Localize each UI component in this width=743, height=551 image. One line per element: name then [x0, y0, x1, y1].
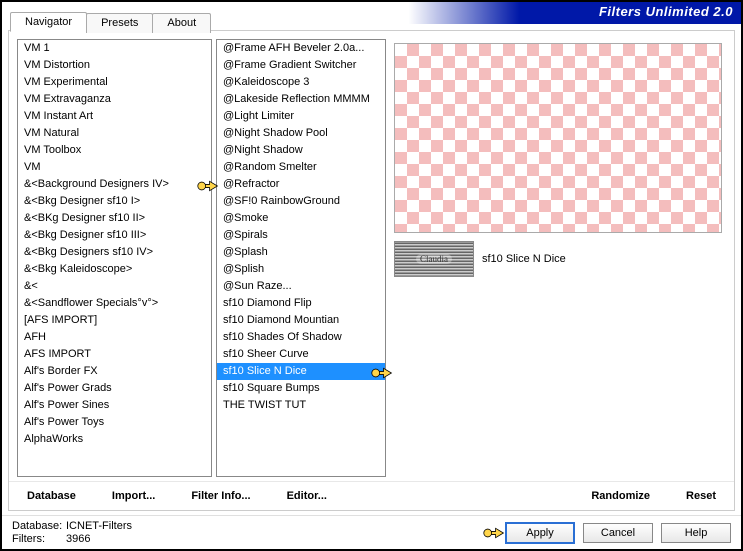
list-item[interactable]: sf10 Square Bumps — [217, 380, 385, 397]
list-item[interactable]: VM Natural — [18, 125, 211, 142]
list-item[interactable]: &<Sandflower Specials°v°> — [18, 295, 211, 312]
list-item[interactable]: @Night Shadow — [217, 142, 385, 159]
category-list[interactable]: VM 1VM DistortionVM ExperimentalVM Extra… — [17, 39, 212, 477]
list-item[interactable]: @Frame AFH Beveler 2.0a... — [217, 40, 385, 57]
list-item[interactable]: VM Toolbox — [18, 142, 211, 159]
db-value: ICNET-Filters — [66, 520, 132, 532]
list-item[interactable]: VM Experimental — [18, 74, 211, 91]
tab-about[interactable]: About — [152, 13, 211, 33]
list-item[interactable]: @Splash — [217, 244, 385, 261]
filters-label: Filters: — [12, 533, 66, 546]
list-item[interactable]: &<Bkg Designer sf10 I> — [18, 193, 211, 210]
filter-thumbnail — [394, 241, 474, 277]
list-item[interactable]: VM — [18, 159, 211, 176]
list-item[interactable]: [AFS IMPORT] — [18, 312, 211, 329]
list-item[interactable]: AlphaWorks — [18, 431, 211, 448]
list-item[interactable]: AFS IMPORT — [18, 346, 211, 363]
tab-bar: Navigator Presets About — [10, 12, 210, 32]
list-item[interactable]: @Light Limiter — [217, 108, 385, 125]
list-item[interactable]: @Splish — [217, 261, 385, 278]
list-item[interactable]: sf10 Diamond Mountian — [217, 312, 385, 329]
footer: Database:ICNET-Filters Filters:3966 Appl… — [2, 515, 741, 549]
list-item[interactable]: @Sun Raze... — [217, 278, 385, 295]
apply-button[interactable]: Apply — [505, 522, 575, 544]
list-item[interactable]: &< — [18, 278, 211, 295]
list-item[interactable]: Alf's Border FX — [18, 363, 211, 380]
list-item[interactable]: @Kaleidoscope 3 — [217, 74, 385, 91]
tab-navigator[interactable]: Navigator — [10, 12, 87, 32]
tab-presets[interactable]: Presets — [86, 13, 153, 33]
main-panel: VM 1VM DistortionVM ExperimentalVM Extra… — [8, 30, 735, 511]
list-item[interactable]: @Frame Gradient Switcher — [217, 57, 385, 74]
list-item[interactable]: @Lakeside Reflection MMMM — [217, 91, 385, 108]
toolbar: Database Import... Filter Info... Editor… — [9, 481, 734, 510]
selected-filter-label: sf10 Slice N Dice — [482, 253, 566, 265]
list-item[interactable]: &<BKg Designer sf10 II> — [18, 210, 211, 227]
list-item[interactable]: @Random Smelter — [217, 159, 385, 176]
list-item[interactable]: @Refractor — [217, 176, 385, 193]
app-title: Filters Unlimited 2.0 — [599, 4, 733, 19]
pointer-hand-icon — [481, 522, 507, 544]
randomize-button[interactable]: Randomize — [583, 488, 658, 504]
preview-area: sf10 Slice N Dice — [390, 39, 726, 477]
list-item[interactable]: AFH — [18, 329, 211, 346]
filters-count: 3966 — [66, 533, 90, 545]
filter-list[interactable]: @Frame AFH Beveler 2.0a...@Frame Gradien… — [216, 39, 386, 477]
list-item[interactable]: sf10 Shades Of Shadow — [217, 329, 385, 346]
list-item[interactable]: Alf's Power Sines — [18, 397, 211, 414]
list-item[interactable]: @Night Shadow Pool — [217, 125, 385, 142]
list-item[interactable]: sf10 Sheer Curve — [217, 346, 385, 363]
list-item[interactable]: Alf's Power Grads — [18, 380, 211, 397]
list-item[interactable]: @Smoke — [217, 210, 385, 227]
list-item[interactable]: @Spirals — [217, 227, 385, 244]
list-item[interactable]: @SF!0 RainbowGround — [217, 193, 385, 210]
list-item[interactable]: VM Extravaganza — [18, 91, 211, 108]
footer-buttons: Apply Cancel Help — [505, 522, 731, 544]
cancel-button[interactable]: Cancel — [583, 523, 653, 543]
database-button[interactable]: Database — [19, 488, 84, 504]
list-item[interactable]: sf10 Slice N Dice — [217, 363, 385, 380]
list-item[interactable]: &<Background Designers IV> — [18, 176, 211, 193]
editor-button[interactable]: Editor... — [279, 488, 335, 504]
filter-info-button[interactable]: Filter Info... — [183, 488, 258, 504]
preview-image — [394, 43, 722, 233]
main-area: VM 1VM DistortionVM ExperimentalVM Extra… — [9, 31, 734, 481]
db-label: Database: — [12, 520, 66, 533]
filter-name-row: sf10 Slice N Dice — [394, 239, 722, 279]
reset-button[interactable]: Reset — [678, 488, 724, 504]
list-item[interactable]: &<Bkg Kaleidoscope> — [18, 261, 211, 278]
help-button[interactable]: Help — [661, 523, 731, 543]
list-item[interactable]: Alf's Power Toys — [18, 414, 211, 431]
list-item[interactable]: sf10 Diamond Flip — [217, 295, 385, 312]
import-button[interactable]: Import... — [104, 488, 163, 504]
list-item[interactable]: VM 1 — [18, 40, 211, 57]
footer-info: Database:ICNET-Filters Filters:3966 — [12, 520, 132, 546]
list-item[interactable]: VM Distortion — [18, 57, 211, 74]
list-item[interactable]: VM Instant Art — [18, 108, 211, 125]
list-item[interactable]: &<Bkg Designer sf10 III> — [18, 227, 211, 244]
list-item[interactable]: &<Bkg Designers sf10 IV> — [18, 244, 211, 261]
list-item[interactable]: THE TWIST TUT — [217, 397, 385, 414]
